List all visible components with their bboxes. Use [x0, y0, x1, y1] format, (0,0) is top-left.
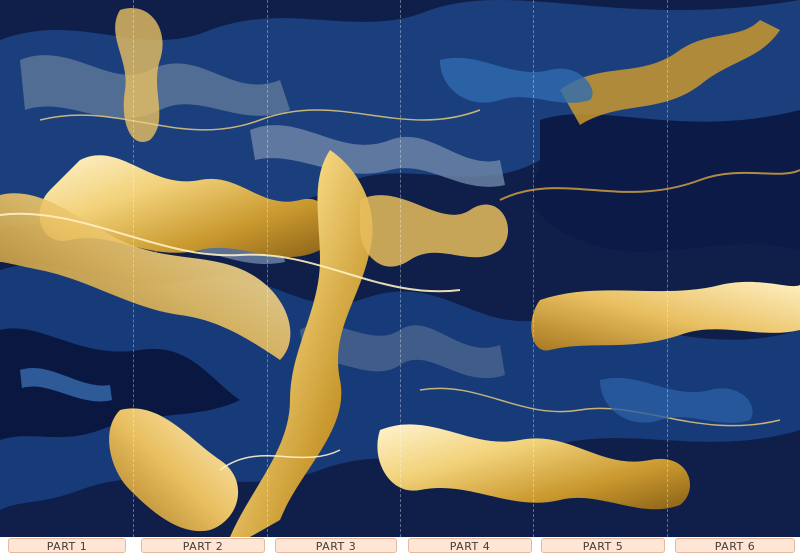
panel-seam [267, 0, 268, 537]
panel-seam [533, 0, 534, 537]
part-4-label: PART 4 [408, 538, 532, 553]
panel-seam [133, 0, 134, 537]
wallpaper-preview: PART 1 PART 2 PART 3 PART 4 PART 5 PART … [0, 0, 800, 555]
part-6-label: PART 6 [675, 538, 795, 553]
panel-label-bar: PART 1 PART 2 PART 3 PART 4 PART 5 PART … [0, 537, 800, 555]
part-2-label: PART 2 [141, 538, 265, 553]
part-3-label: PART 3 [275, 538, 397, 553]
panel-seam [400, 0, 401, 537]
panel-seam [667, 0, 668, 537]
part-1-label: PART 1 [8, 538, 126, 553]
part-5-label: PART 5 [541, 538, 665, 553]
